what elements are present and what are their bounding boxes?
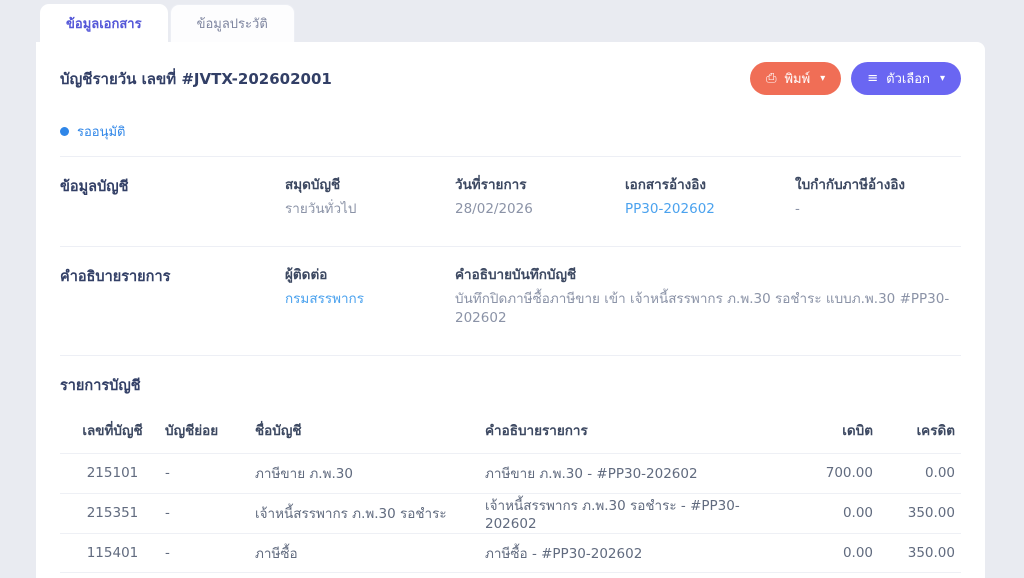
document-card: บัญชีรายวัน เลขที่ #JVTX-202602001 ⎙ พิม… [36, 42, 985, 578]
header-actions: ⎙ พิมพ์ ▾ ≡ ตัวเลือก ▾ [750, 62, 961, 95]
column-header-account-no: เลขที่บัญชี [82, 422, 143, 439]
column-header-credit: เครดิต [916, 422, 955, 439]
cell-account-no: 215101 [86, 465, 139, 482]
column-header-account-name: ชื่อบัญชี [255, 422, 302, 439]
field-entry-date: วันที่รายการ 28/02/2026 [455, 173, 625, 220]
field-entry-date-value: 28/02/2026 [455, 201, 533, 217]
account-info-fields: สมุดบัญชี รายวันทั่วไป วันที่รายการ 28/0… [285, 173, 961, 220]
card-header: บัญชีรายวัน เลขที่ #JVTX-202602001 ⎙ พิม… [60, 42, 961, 95]
cell-credit: 0.00 [924, 465, 955, 482]
cell-description: ภาษีซื้อ - #PP30-202602 [485, 545, 643, 562]
list-icon: ≡ [867, 71, 879, 86]
field-journal-book-label: สมุดบัญชี [285, 177, 341, 193]
status-label: รออนุมัติ [77, 125, 126, 140]
field-journal-book: สมุดบัญชี รายวันทั่วไป [285, 173, 455, 220]
column-header-description: คำอธิบายรายการ [485, 422, 588, 439]
print-button[interactable]: ⎙ พิมพ์ ▾ [750, 62, 842, 95]
cell-account-no: 215351 [86, 505, 139, 522]
cell-description: ภาษีขาย ภ.พ.30 - #PP30-202602 [485, 466, 698, 483]
field-entry-date-label: วันที่รายการ [455, 177, 527, 193]
contact-link[interactable]: กรมสรรพากร [285, 290, 455, 310]
description-section: คำอธิบายรายการ ผู้ติดต่อ กรมสรรพากร คำอธ… [60, 247, 961, 355]
field-tax-invoice-ref: ใบกำกับภาษีอ้างอิง - [795, 173, 961, 220]
field-tax-invoice-ref-value: - [795, 201, 800, 217]
field-contact-label: ผู้ติดต่อ [285, 266, 328, 283]
options-button[interactable]: ≡ ตัวเลือก ▾ [851, 62, 961, 95]
cell-description: เจ้าหนี้สรรพากร ภ.พ.30 รอชำระ - #PP30-20… [485, 498, 740, 533]
field-entry-note-label: คำอธิบายบันทึกบัญชี [455, 266, 577, 283]
field-contact: ผู้ติดต่อ กรมสรรพากร [285, 263, 455, 329]
cell-sub-account: - [165, 544, 170, 561]
cell-account-name: เจ้าหนี้สรรพากร ภ.พ.30 รอชำระ [255, 506, 447, 523]
account-info-section: ข้อมูลบัญชี สมุดบัญชี รายวันทั่วไป วันที… [60, 157, 961, 246]
column-header-debit: เดบิต [842, 422, 873, 439]
field-entry-note-value: บันทึกปิดภาษีซื้อภาษีขาย เข้า เจ้าหนี้สร… [455, 290, 950, 327]
tab-history-label: ข้อมูลประวัติ [196, 17, 268, 32]
description-section-title: คำอธิบายรายการ [60, 268, 171, 285]
table-header-row: เลขที่บัญชี บัญชีย่อย ชื่อบัญชี คำอธิบาย… [60, 411, 961, 453]
field-entry-note: คำอธิบายบันทึกบัญชี บันทึกปิดภาษีซื้อภาษ… [455, 263, 961, 329]
field-tax-invoice-ref-label: ใบกำกับภาษีอ้างอิง [795, 177, 906, 193]
column-header-sub-account: บัญชีย่อย [165, 422, 219, 439]
cell-account-name: ภาษีขาย ภ.พ.30 [255, 466, 353, 483]
entries-section: รายการบัญชี เลขที่บัญชี บัญชีย่อย ชื่อบั… [60, 356, 961, 573]
summary-section: สรุปข้อมูล รวม 700.00 700.00 [60, 573, 961, 578]
reference-document-link[interactable]: PP30-202602 [625, 200, 795, 220]
cell-account-name: ภาษีซื้อ [255, 545, 298, 562]
printer-icon: ⎙ [766, 71, 777, 86]
tab-history[interactable]: ข้อมูลประวัติ [169, 4, 295, 42]
status-dot-icon [60, 127, 69, 136]
field-reference-document: เอกสารอ้างอิง PP30-202602 [625, 173, 795, 220]
field-journal-book-value: รายวันทั่วไป [285, 201, 357, 217]
cell-sub-account: - [165, 465, 170, 482]
tab-document-info-label: ข้อมูลเอกสาร [66, 16, 142, 32]
description-fields: ผู้ติดต่อ กรมสรรพากร คำอธิบายบันทึกบัญชี… [285, 263, 961, 329]
chevron-down-icon: ▾ [820, 73, 826, 84]
page: ข้อมูลเอกสาร ข้อมูลประวัติ บัญชีรายวัน เ… [0, 0, 1024, 578]
print-button-label: พิมพ์ [784, 72, 811, 87]
page-title: บัญชีรายวัน เลขที่ #JVTX-202602001 [60, 69, 332, 88]
options-button-label: ตัวเลือก [886, 72, 930, 87]
cell-debit: 700.00 [825, 465, 873, 482]
table-row: 215101 - ภาษีขาย ภ.พ.30 ภาษีขาย ภ.พ.30 -… [60, 452, 961, 493]
account-info-title: ข้อมูลบัญชี [60, 179, 129, 195]
cell-account-no: 115401 [86, 544, 139, 561]
cell-sub-account: - [165, 505, 170, 522]
table-row: 115401 - ภาษีซื้อ ภาษีซื้อ - #PP30-20260… [60, 532, 961, 573]
chevron-down-icon: ▾ [939, 73, 945, 84]
tab-document-info[interactable]: ข้อมูลเอกสาร [40, 4, 168, 42]
cell-credit: 350.00 [907, 544, 955, 561]
field-reference-document-label: เอกสารอ้างอิง [625, 177, 706, 193]
entries-section-title: รายการบัญชี [60, 377, 141, 394]
cell-debit: 0.00 [842, 544, 873, 561]
table-row: 215351 - เจ้าหนี้สรรพากร ภ.พ.30 รอชำระ เ… [60, 492, 961, 533]
status-badge: รออนุมัติ [60, 121, 961, 142]
cell-credit: 350.00 [907, 505, 955, 522]
tab-bar: ข้อมูลเอกสาร ข้อมูลประวัติ [40, 4, 295, 42]
cell-debit: 0.00 [842, 505, 873, 522]
